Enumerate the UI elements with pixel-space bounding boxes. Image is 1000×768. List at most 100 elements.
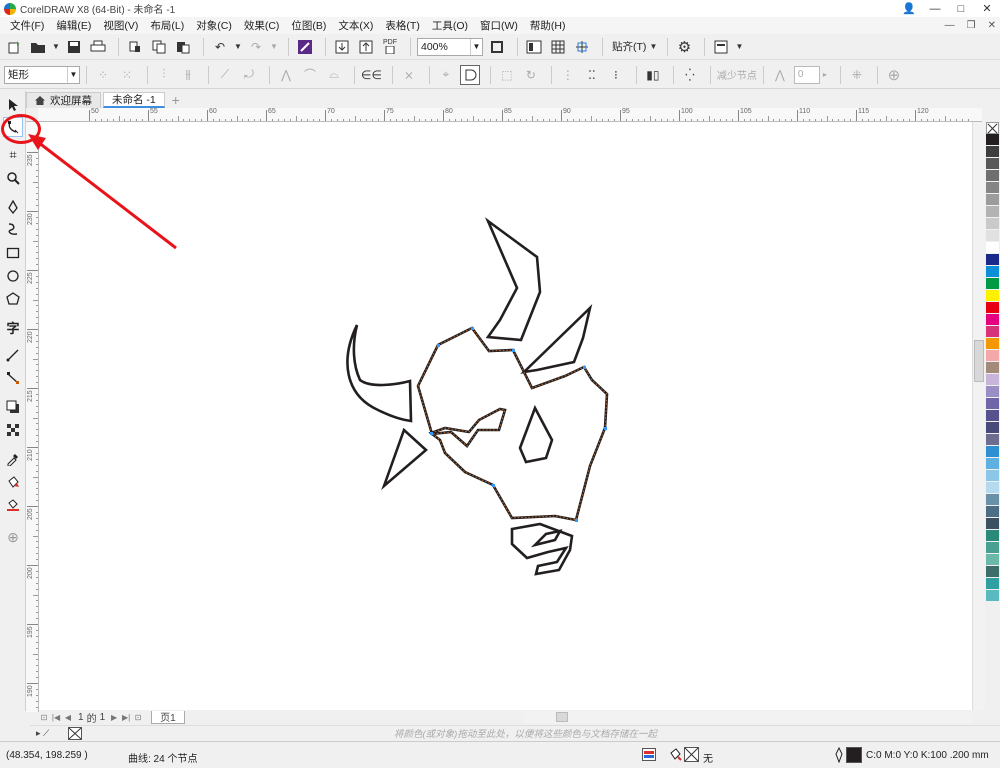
undo-dropdown-icon[interactable]: ▼	[234, 37, 242, 57]
export-icon[interactable]	[356, 37, 376, 57]
palette-swatch[interactable]	[986, 482, 999, 494]
reverse-direction-icon[interactable]: ∈∈	[361, 65, 382, 85]
convert-to-line-icon[interactable]: ⟋	[215, 65, 235, 85]
horizontal-scrollbar-thumb[interactable]	[556, 712, 568, 722]
text-tool-icon[interactable]: 字	[3, 317, 23, 337]
show-grid-icon[interactable]	[548, 37, 568, 57]
palette-swatch[interactable]	[986, 218, 999, 230]
connector-tool-icon[interactable]	[3, 368, 23, 388]
bull-head-drawing[interactable]	[39, 122, 972, 710]
full-screen-icon[interactable]	[524, 37, 544, 57]
zoom-to-page-icon[interactable]	[487, 37, 507, 57]
curve-node[interactable]	[512, 349, 515, 352]
add-page-icon[interactable]: ⊡	[133, 713, 143, 722]
page-tab-1[interactable]: 页1	[151, 710, 185, 724]
publish-pdf-icon[interactable]: PDF	[380, 37, 400, 57]
horizontal-ruler[interactable]: 50 55 60 65 70 75 80 85 90 95 100 105 110 115 120	[38, 108, 982, 122]
eyedropper-tool-icon[interactable]	[3, 449, 23, 469]
palette-swatch[interactable]	[986, 266, 999, 278]
artistic-media-tool-icon[interactable]	[3, 219, 23, 239]
outline-color-swatch[interactable]	[846, 747, 862, 763]
object-type-combo[interactable]: 矩形 ▼	[4, 65, 80, 84]
menu-file[interactable]: 文件(F)	[4, 18, 50, 33]
vertical-reflect-icon[interactable]: ⁝	[606, 65, 626, 85]
maximize-button[interactable]: □	[948, 0, 974, 17]
pick-tool-icon[interactable]	[3, 95, 23, 115]
first-page-icon[interactable]: |◀	[51, 713, 61, 722]
cusp-node-icon[interactable]: ⋀	[276, 65, 296, 85]
vertical-scrollbar-thumb[interactable]	[974, 340, 984, 382]
transparency-tool-icon[interactable]	[3, 420, 23, 440]
extract-subpath-icon[interactable]: ⌖	[436, 65, 456, 85]
reduce-nodes-button[interactable]: 减少节点	[717, 67, 757, 82]
palette-swatch[interactable]	[986, 242, 999, 254]
vertical-scrollbar[interactable]	[972, 122, 985, 710]
extend-curve-icon[interactable]: ⨯	[399, 65, 419, 85]
new-document-icon[interactable]: +	[4, 37, 24, 57]
palette-swatch[interactable]	[986, 458, 999, 470]
menu-view[interactable]: 视图(V)	[97, 18, 144, 33]
stretch-nodes-icon[interactable]: ⬚	[497, 65, 517, 85]
palette-swatch[interactable]	[986, 314, 999, 326]
bull-left-horn[interactable]	[346, 324, 413, 423]
selected-head-curve[interactable]	[416, 326, 609, 522]
last-page-icon[interactable]: ▶|	[121, 713, 131, 722]
menu-object[interactable]: 对象(C)	[190, 18, 238, 33]
tab-untitled-1[interactable]: 未命名 -1	[103, 92, 165, 108]
vertical-ruler[interactable]: 235230225220215210205200195190185	[26, 122, 39, 712]
bull-right-eye[interactable]	[518, 404, 554, 464]
redo-dropdown-icon[interactable]: ▼	[270, 37, 278, 57]
palette-swatch[interactable]	[986, 206, 999, 218]
palette-swatch[interactable]	[986, 446, 999, 458]
palette-swatch[interactable]	[986, 338, 999, 350]
delete-node-icon[interactable]: ⁙	[117, 65, 137, 85]
palette-swatch[interactable]	[986, 170, 999, 182]
bull-mouth-inner[interactable]	[530, 529, 563, 548]
ellipse-tool-icon[interactable]	[3, 266, 23, 286]
palette-arrow-icon[interactable]: ▸ ⟋	[36, 728, 49, 739]
palette-swatch[interactable]	[986, 410, 999, 422]
copy-icon[interactable]	[149, 37, 169, 57]
options-gear-icon[interactable]: ⚙	[674, 37, 694, 57]
smart-fill-tool-icon[interactable]	[3, 495, 23, 515]
palette-swatch[interactable]	[986, 422, 999, 434]
redo-icon[interactable]: ↷	[246, 37, 266, 57]
menu-window[interactable]: 窗口(W)	[474, 18, 524, 33]
open-folder-icon[interactable]	[28, 37, 48, 57]
palette-swatch[interactable]	[986, 326, 999, 338]
interactive-fill-tool-icon[interactable]	[3, 472, 23, 492]
bull-right-ear[interactable]	[520, 303, 593, 374]
menu-help[interactable]: 帮助(H)	[524, 18, 572, 33]
account-icon[interactable]: 👤	[896, 0, 922, 17]
save-icon[interactable]	[64, 37, 84, 57]
crop-tool-icon[interactable]: ⌗	[3, 145, 23, 165]
menu-bitmaps[interactable]: 位图(B)	[285, 18, 332, 33]
curve-node[interactable]	[437, 344, 440, 347]
previous-page-icon[interactable]: ◀	[63, 713, 73, 722]
palette-swatch[interactable]	[986, 350, 999, 362]
palette-swatch[interactable]	[986, 374, 999, 386]
break-curve-icon[interactable]: ⫵	[178, 65, 198, 85]
horizontal-scrollbar[interactable]	[524, 711, 972, 723]
select-all-nodes-icon[interactable]: ⁛	[680, 65, 700, 85]
doc-restore-button[interactable]: ❐	[967, 17, 976, 34]
palette-swatch[interactable]	[986, 182, 999, 194]
curve-node[interactable]	[575, 519, 578, 522]
menu-tools[interactable]: 工具(O)	[426, 18, 474, 33]
zoom-tool-icon[interactable]	[3, 168, 23, 188]
palette-swatch[interactable]	[986, 542, 999, 554]
application-launcher-icon[interactable]	[711, 37, 731, 57]
no-color-swatch[interactable]	[986, 122, 999, 134]
palette-swatch[interactable]	[986, 158, 999, 170]
open-dropdown-icon[interactable]: ▼	[52, 37, 60, 57]
snap-dropdown-icon[interactable]: ▼	[649, 37, 657, 57]
palette-swatch[interactable]	[986, 578, 999, 590]
launcher-dropdown-icon[interactable]: ▼	[735, 37, 743, 57]
palette-swatch[interactable]	[986, 554, 999, 566]
no-fill-swatch-icon[interactable]	[68, 727, 82, 740]
bull-mouth[interactable]	[510, 522, 574, 576]
page-options-icon[interactable]: ⊡	[39, 713, 49, 722]
print-icon[interactable]	[88, 37, 108, 57]
menu-layout[interactable]: 布局(L)	[144, 18, 190, 33]
palette-swatch[interactable]	[986, 518, 999, 530]
